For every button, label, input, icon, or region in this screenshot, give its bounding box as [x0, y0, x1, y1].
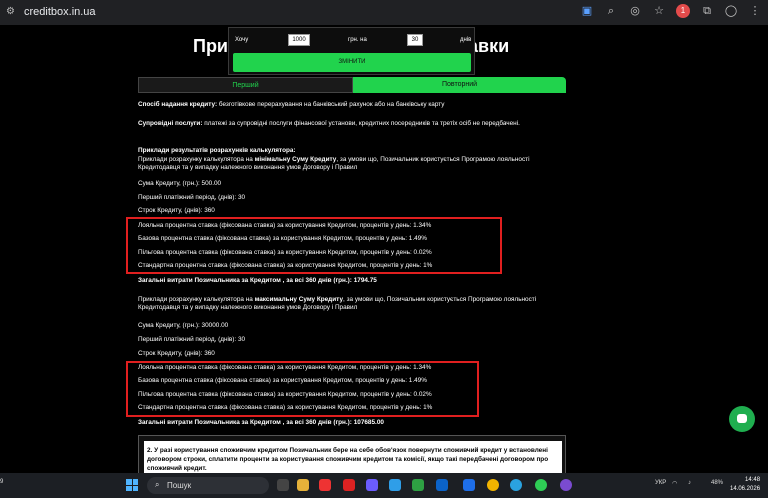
tab-repeat[interactable]: Повторний	[353, 77, 566, 93]
example2-term: Строк Кредиту, (днів): 360	[138, 350, 215, 357]
services-label: Супровідні послуги:	[138, 120, 203, 127]
highlight-box-2	[126, 361, 479, 417]
profile-icon[interactable]: ◯	[724, 4, 738, 18]
viber-icon[interactable]	[560, 479, 572, 491]
file-explorer-icon[interactable]	[297, 479, 309, 491]
store-icon[interactable]	[436, 479, 448, 491]
change-button[interactable]: ЗМІНИТИ	[233, 53, 471, 72]
volume-icon[interactable]: ♪	[688, 480, 691, 486]
example1-term: Строк Кредиту, (днів): 360	[138, 207, 215, 214]
bookmark-star-icon[interactable]: ☆	[652, 4, 666, 18]
calculator-row: Хочу 1000 грн. на 30 днів	[233, 34, 473, 48]
info-text: 2. У разі користування споживчим кредито…	[144, 441, 562, 473]
example2-total: Загальні витрати Позичальника за Кредито…	[138, 419, 384, 426]
highlight-box-1	[126, 217, 502, 274]
info-box: 2. У разі користування споживчим кредито…	[138, 435, 566, 473]
copilot-icon[interactable]	[366, 479, 378, 491]
amount-input[interactable]: 1000	[288, 34, 310, 46]
example1-sum: Сума Кредиту, (грн.): 500.00	[138, 180, 222, 187]
taskbar: 9 ⌕ Пошук УКР ◠ ♪ 48% 14:48 14.06.2026	[0, 473, 768, 498]
clock[interactable]: 14:48 14.06.2026	[730, 476, 760, 494]
language-indicator[interactable]: УКР	[655, 480, 666, 486]
wifi-icon[interactable]: ◠	[672, 480, 677, 487]
page-content: Прик авки Хочу 1000 грн. на 30 днів ЗМІН…	[0, 25, 768, 473]
clock-time: 14:48	[745, 477, 761, 483]
example2-sum: Сума Кредиту, (грн.): 30000.00	[138, 322, 229, 329]
eye-off-icon[interactable]: ◎	[628, 4, 642, 18]
example1-total: Загальні витрати Позичальника за Кредито…	[138, 277, 377, 284]
want-label: Хочу	[235, 37, 249, 43]
calculator-popup: Хочу 1000 грн. на 30 днів ЗМІНИТИ	[228, 27, 475, 75]
taskview-icon[interactable]	[277, 479, 289, 491]
method-text: безготівкове перерахування на банківськи…	[217, 101, 445, 108]
url-text[interactable]: creditbox.in.ua	[24, 6, 96, 18]
start-button[interactable]	[126, 479, 138, 491]
extension-badge-icon[interactable]: 1	[676, 4, 690, 18]
services-text: платежі за супровідні послуги фінансової…	[202, 120, 520, 127]
browser-toolbar-icons: ▣ ⌕ ◎ ☆ 1 ⧉ ◯ ⋮	[580, 4, 762, 18]
taskbar-search[interactable]: ⌕ Пошук	[147, 477, 269, 494]
services-paragraph: Супровідні послуги: платежі за супровідн…	[138, 120, 563, 128]
browser-address-bar: ⚙ creditbox.in.ua ▣ ⌕ ◎ ☆ 1 ⧉ ◯ ⋮	[0, 0, 768, 25]
battery-level[interactable]: 48%	[711, 480, 723, 486]
extensions-icon[interactable]: ⧉	[700, 4, 714, 18]
tab-first[interactable]: Перший	[138, 77, 353, 93]
examples-heading: Приклади результатів розрахунків калькул…	[138, 147, 296, 154]
days-label: днів	[460, 37, 472, 43]
app-green-icon[interactable]	[412, 479, 424, 491]
zoom-icon[interactable]: ⌕	[604, 4, 618, 18]
clock-date: 14.06.2026	[730, 486, 761, 492]
chat-button[interactable]	[729, 406, 755, 432]
example2-intro: Приклади розрахунку калькулятора на макс…	[138, 296, 537, 312]
example1-period: Перший платіжний період, (днів): 30	[138, 194, 246, 201]
taskbar-left-number: 9	[0, 479, 4, 485]
currency-label: грн. на	[348, 37, 367, 43]
method-label: Спосіб надання кредиту:	[138, 101, 218, 108]
dropbox-icon[interactable]	[463, 479, 475, 491]
telegram-icon[interactable]	[510, 479, 522, 491]
chrome-icon[interactable]	[487, 479, 499, 491]
search-icon: ⌕	[155, 480, 160, 489]
whatsapp-icon[interactable]	[535, 479, 547, 491]
tabs: Перший Повторний	[138, 77, 566, 93]
example2-period: Перший платіжний період, (днів): 30	[138, 336, 246, 343]
example1-intro: Приклади розрахунку калькулятора на міні…	[138, 156, 530, 172]
menu-icon[interactable]: ⋮	[748, 4, 762, 18]
opera-icon[interactable]	[319, 479, 331, 491]
search-placeholder: Пошук	[167, 481, 192, 490]
days-input[interactable]: 30	[407, 34, 423, 46]
screenshot-icon[interactable]: ▣	[580, 4, 594, 18]
edge-icon[interactable]	[389, 479, 401, 491]
app-l-icon[interactable]	[343, 479, 355, 491]
method-paragraph: Спосіб надання кредиту: безготівкове пер…	[138, 101, 563, 109]
site-info-icon[interactable]: ⚙	[6, 6, 18, 18]
